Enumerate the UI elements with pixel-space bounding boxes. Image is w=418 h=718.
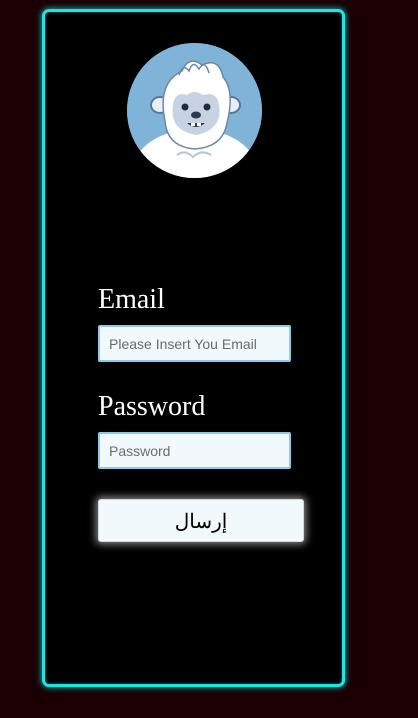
password-label: Password: [98, 391, 206, 422]
password-field[interactable]: [98, 432, 291, 469]
login-page: Email Password إرسال: [0, 0, 418, 718]
submit-button[interactable]: إرسال: [98, 499, 304, 542]
email-label: Email: [98, 284, 165, 315]
email-field[interactable]: [98, 325, 291, 362]
yeti-avatar-icon: [127, 43, 262, 178]
